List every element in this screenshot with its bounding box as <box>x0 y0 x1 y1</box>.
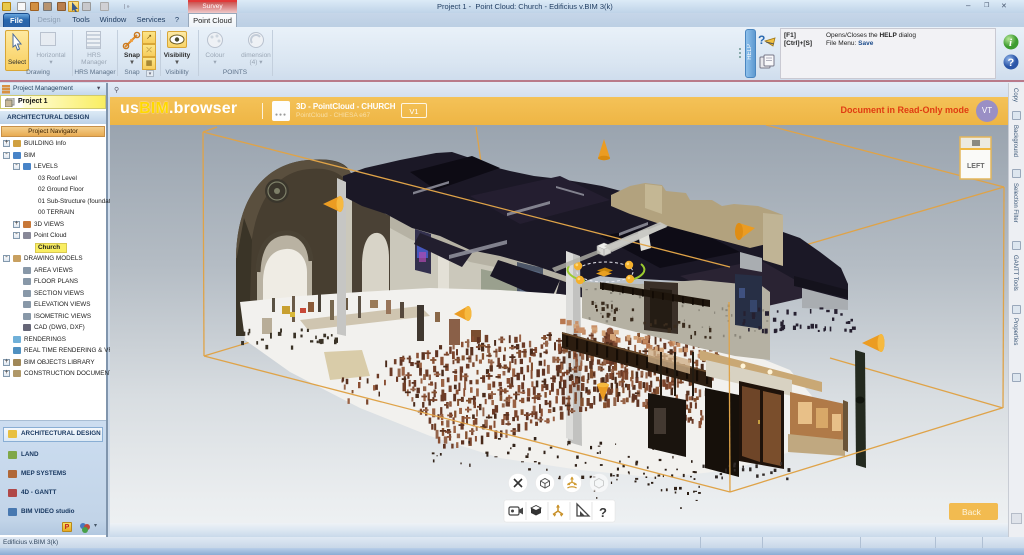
svg-text:Back: Back <box>962 507 982 517</box>
svg-text:LEFT: LEFT <box>967 163 985 170</box>
svg-text:?: ? <box>1008 57 1015 69</box>
svg-text:?: ? <box>599 505 607 520</box>
svg-text:?: ? <box>758 33 765 47</box>
